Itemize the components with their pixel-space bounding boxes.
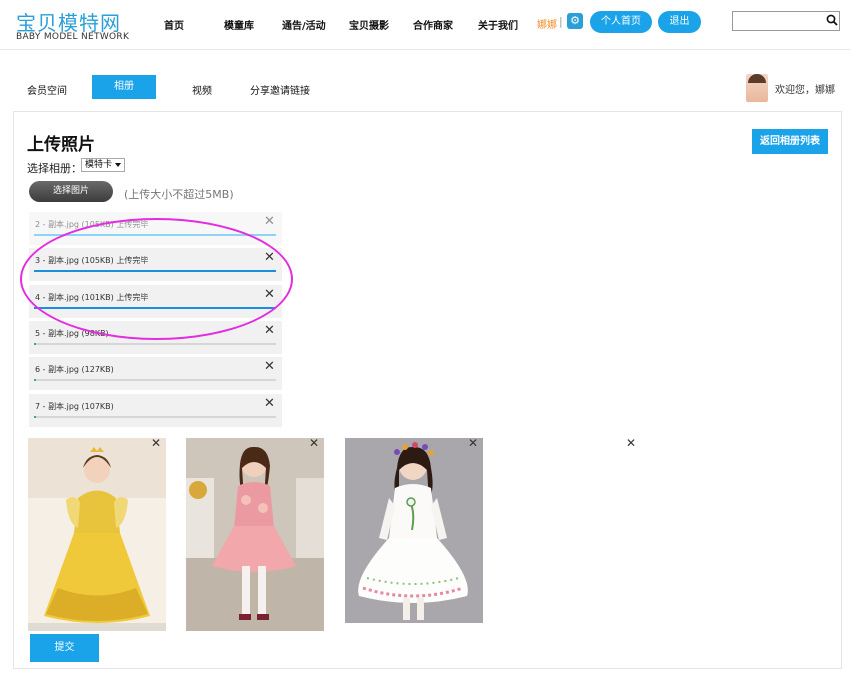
nav-about-us[interactable]: 关于我们 [478,17,518,32]
close-icon[interactable]: ✕ [468,436,478,450]
logo-subtitle: BABY MODEL NETWORK [16,32,130,42]
choose-images-button[interactable]: 选择图片 [29,181,113,202]
welcome-text: 欢迎您，娜娜 [775,85,835,96]
upload-item-name: 7 - 副本.jpg (107KB) [35,402,114,411]
tab-member-space[interactable]: 会员空间 [27,82,67,97]
photo-thumbnail[interactable] [186,438,324,631]
close-icon[interactable]: ✕ [309,436,319,450]
search-input[interactable] [732,11,840,31]
nav-partners[interactable]: 合作商家 [413,17,453,32]
upload-item-name: 6 - 副本.jpg (127KB) [35,365,114,374]
submit-button[interactable]: 提交 [30,634,99,662]
tab-album[interactable]: 相册 [92,75,156,97]
avatar[interactable] [746,74,768,102]
chevron-down-icon [115,163,121,167]
search-icon[interactable] [826,14,838,26]
tab-share-invite-link[interactable]: 分享邀请链接 [250,82,310,97]
progress-bar [34,416,37,418]
album-select-label: 选择相册： [27,162,82,175]
progress-bar [34,343,37,345]
close-icon[interactable]: ✕ [626,436,636,450]
nav-model-library[interactable]: 模童库 [224,17,254,32]
progress-track [34,343,276,345]
gear-icon[interactable]: ⚙ [567,13,583,29]
annotation-ellipse [20,218,293,340]
nav-announcements[interactable]: 通告/活动 [282,17,326,32]
album-select[interactable]: 模特卡 [81,158,125,172]
upload-item: 6 - 副本.jpg (127KB) ✕ [29,357,282,390]
photo-thumbnail[interactable] [28,438,166,631]
page-title: 上传照片 [27,135,95,155]
upload-item: 7 - 副本.jpg (107KB) ✕ [29,394,282,427]
photo-thumbnail[interactable] [345,438,483,623]
remove-icon[interactable]: ✕ [264,214,275,229]
upload-size-note: (上传大小不超过5MB) [124,188,234,201]
album-select-value: 模特卡 [85,160,113,170]
nav-home[interactable]: 首页 [164,17,184,32]
tab-video[interactable]: 视频 [192,82,212,97]
personal-home-button[interactable]: 个人首页 [590,11,652,33]
logout-button[interactable]: 退出 [658,11,701,33]
remove-icon[interactable]: ✕ [264,396,275,411]
progress-track [34,379,276,381]
divider: | [559,15,563,28]
remove-icon[interactable]: ✕ [264,359,275,374]
tab-active-indicator [92,97,156,99]
progress-track [34,416,276,418]
nav-baby-photography[interactable]: 宝贝摄影 [349,17,389,32]
progress-bar [34,379,37,381]
back-to-album-list-button[interactable]: 返回相册列表 [752,129,828,154]
username-link[interactable]: 娜娜 [537,16,557,31]
site-header: 宝贝模特网 BABY MODEL NETWORK 首页 模童库 通告/活动 宝贝… [0,0,850,50]
remove-icon[interactable]: ✕ [264,323,275,338]
close-icon[interactable]: ✕ [151,436,161,450]
